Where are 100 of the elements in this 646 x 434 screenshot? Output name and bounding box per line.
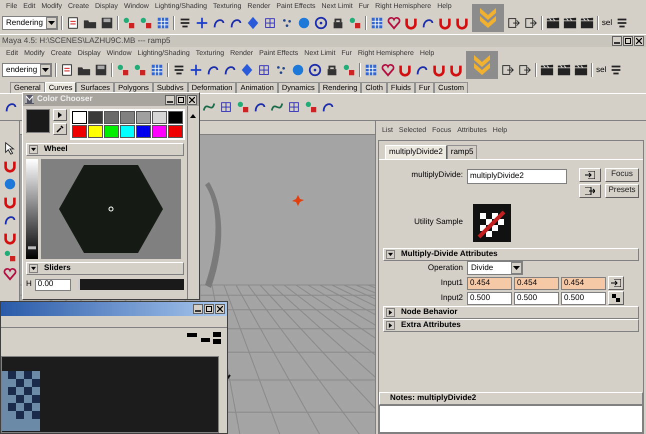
section-header[interactable]: Wheel — [26, 143, 184, 156]
nodes-icon[interactable] — [348, 16, 362, 30]
node-tab[interactable]: multiplyDivide2 — [385, 145, 447, 159]
hue-field[interactable]: 0.00 — [34, 278, 71, 290]
minimize-button[interactable] — [193, 304, 203, 314]
selection-mask-label[interactable]: sel — [602, 18, 612, 28]
close-button[interactable] — [215, 304, 225, 314]
nodes-icon[interactable] — [342, 63, 356, 77]
minimize-button[interactable] — [612, 36, 622, 46]
section-header[interactable]: Extra Attributes — [383, 318, 639, 332]
lattice-icon[interactable] — [257, 63, 272, 77]
arrow-icon[interactable] — [3, 141, 17, 155]
operation-dropdown[interactable]: Divide — [467, 261, 523, 276]
heart-icon[interactable] — [3, 267, 17, 281]
plus-icon[interactable] — [189, 63, 204, 77]
palette-swatch[interactable] — [88, 111, 103, 124]
palette-swatch[interactable] — [168, 125, 183, 138]
curve-icon[interactable] — [253, 100, 267, 114]
magnet-icon[interactable] — [3, 159, 17, 173]
curve-icon[interactable] — [4, 100, 18, 114]
maximize-button[interactable] — [176, 94, 186, 104]
magnet-icon[interactable] — [3, 195, 17, 209]
number-field[interactable]: 0.500 — [561, 292, 606, 305]
clapper-icon[interactable] — [557, 63, 572, 77]
lines-icon[interactable] — [609, 63, 624, 77]
minimize-button[interactable] — [165, 94, 175, 104]
grid-icon[interactable] — [156, 16, 170, 30]
clapper-icon[interactable] — [562, 16, 577, 30]
nodes-icon[interactable] — [122, 16, 136, 30]
hue-slider[interactable] — [78, 279, 184, 290]
lattice-icon[interactable] — [287, 100, 301, 114]
lines-icon[interactable] — [178, 16, 192, 30]
curve-icon[interactable] — [415, 63, 430, 77]
palette-swatch[interactable] — [136, 125, 151, 138]
clapper-icon[interactable] — [574, 63, 588, 77]
selection-mask-label[interactable]: sel — [596, 66, 606, 74]
output-connection-button[interactable] — [579, 184, 601, 198]
magnet-icon[interactable] — [398, 63, 412, 77]
node-name-field[interactable]: multiplyDivide2 — [467, 168, 567, 184]
palette-swatch[interactable] — [136, 111, 151, 124]
apply-button[interactable] — [53, 109, 67, 121]
notes-field[interactable] — [379, 405, 643, 433]
magnet-icon[interactable] — [3, 231, 17, 245]
nodes-icon[interactable] — [236, 100, 250, 114]
connection-button[interactable] — [608, 276, 624, 290]
number-field[interactable]: 0.454 — [467, 276, 512, 290]
palette-swatch[interactable] — [152, 111, 167, 124]
clapper-icon[interactable] — [540, 63, 554, 77]
lock-icon[interactable] — [325, 63, 340, 77]
curve-icon[interactable] — [228, 16, 243, 30]
nodes-icon[interactable] — [138, 16, 153, 30]
slider-thumb[interactable] — [28, 246, 36, 250]
nodes-icon[interactable] — [304, 100, 318, 114]
palette-swatch[interactable] — [72, 111, 87, 124]
grid-icon[interactable] — [364, 63, 378, 77]
number-field[interactable]: 0.454 — [514, 276, 559, 290]
clapper-icon[interactable] — [580, 16, 594, 30]
cube-icon[interactable] — [240, 63, 254, 77]
magnet-icon[interactable] — [449, 63, 464, 77]
grid-icon[interactable] — [150, 63, 164, 77]
palette-swatch[interactable] — [120, 125, 135, 138]
maximize-button[interactable] — [623, 36, 633, 46]
palette-swatch[interactable] — [120, 111, 135, 124]
doc-icon[interactable] — [66, 16, 80, 30]
plus-icon[interactable] — [194, 16, 209, 30]
grid-icon[interactable] — [370, 16, 384, 30]
editor-button[interactable]: Focus — [605, 168, 639, 182]
magnet-icon[interactable] — [432, 63, 446, 77]
curve-icon[interactable] — [223, 63, 238, 77]
scroll-up-icon[interactable] — [188, 112, 198, 120]
number-field[interactable]: 0.500 — [514, 292, 559, 305]
node-tab[interactable]: ramp5 — [446, 145, 478, 159]
heart-icon[interactable] — [381, 63, 396, 77]
arrowbox-icon[interactable] — [518, 63, 532, 77]
number-field[interactable]: 0.500 — [467, 292, 512, 305]
section-header[interactable]: Multiply-Divide Attributes — [383, 248, 639, 261]
layout-icon[interactable] — [187, 332, 221, 344]
eyedropper-button[interactable] — [53, 123, 67, 135]
scrollbar[interactable] — [187, 106, 199, 299]
palette-swatch[interactable] — [104, 111, 119, 124]
cube-icon[interactable] — [246, 16, 260, 30]
section-header[interactable]: Sliders — [26, 262, 184, 275]
map-button[interactable] — [608, 291, 624, 306]
palette-swatch[interactable] — [168, 111, 183, 124]
doc-icon[interactable] — [60, 63, 74, 77]
magnet-icon[interactable] — [454, 16, 469, 30]
panel-dropdown[interactable]: Rendering — [2, 16, 58, 30]
lines-icon[interactable] — [172, 63, 186, 77]
maximize-button[interactable] — [204, 304, 214, 314]
close-button[interactable] — [187, 94, 197, 104]
lock-icon[interactable] — [330, 16, 345, 30]
curve-icon[interactable] — [212, 16, 226, 30]
section-header[interactable]: Node Behavior — [383, 306, 639, 319]
value-slider[interactable] — [26, 159, 38, 259]
palette-swatch[interactable] — [88, 125, 103, 138]
number-field[interactable]: 0.454 — [561, 276, 606, 290]
panel-dropdown[interactable]: endering — [2, 63, 52, 77]
curve-icon[interactable] — [3, 213, 17, 227]
nodes-icon[interactable] — [116, 63, 130, 77]
arrowbox-icon[interactable] — [501, 63, 516, 77]
